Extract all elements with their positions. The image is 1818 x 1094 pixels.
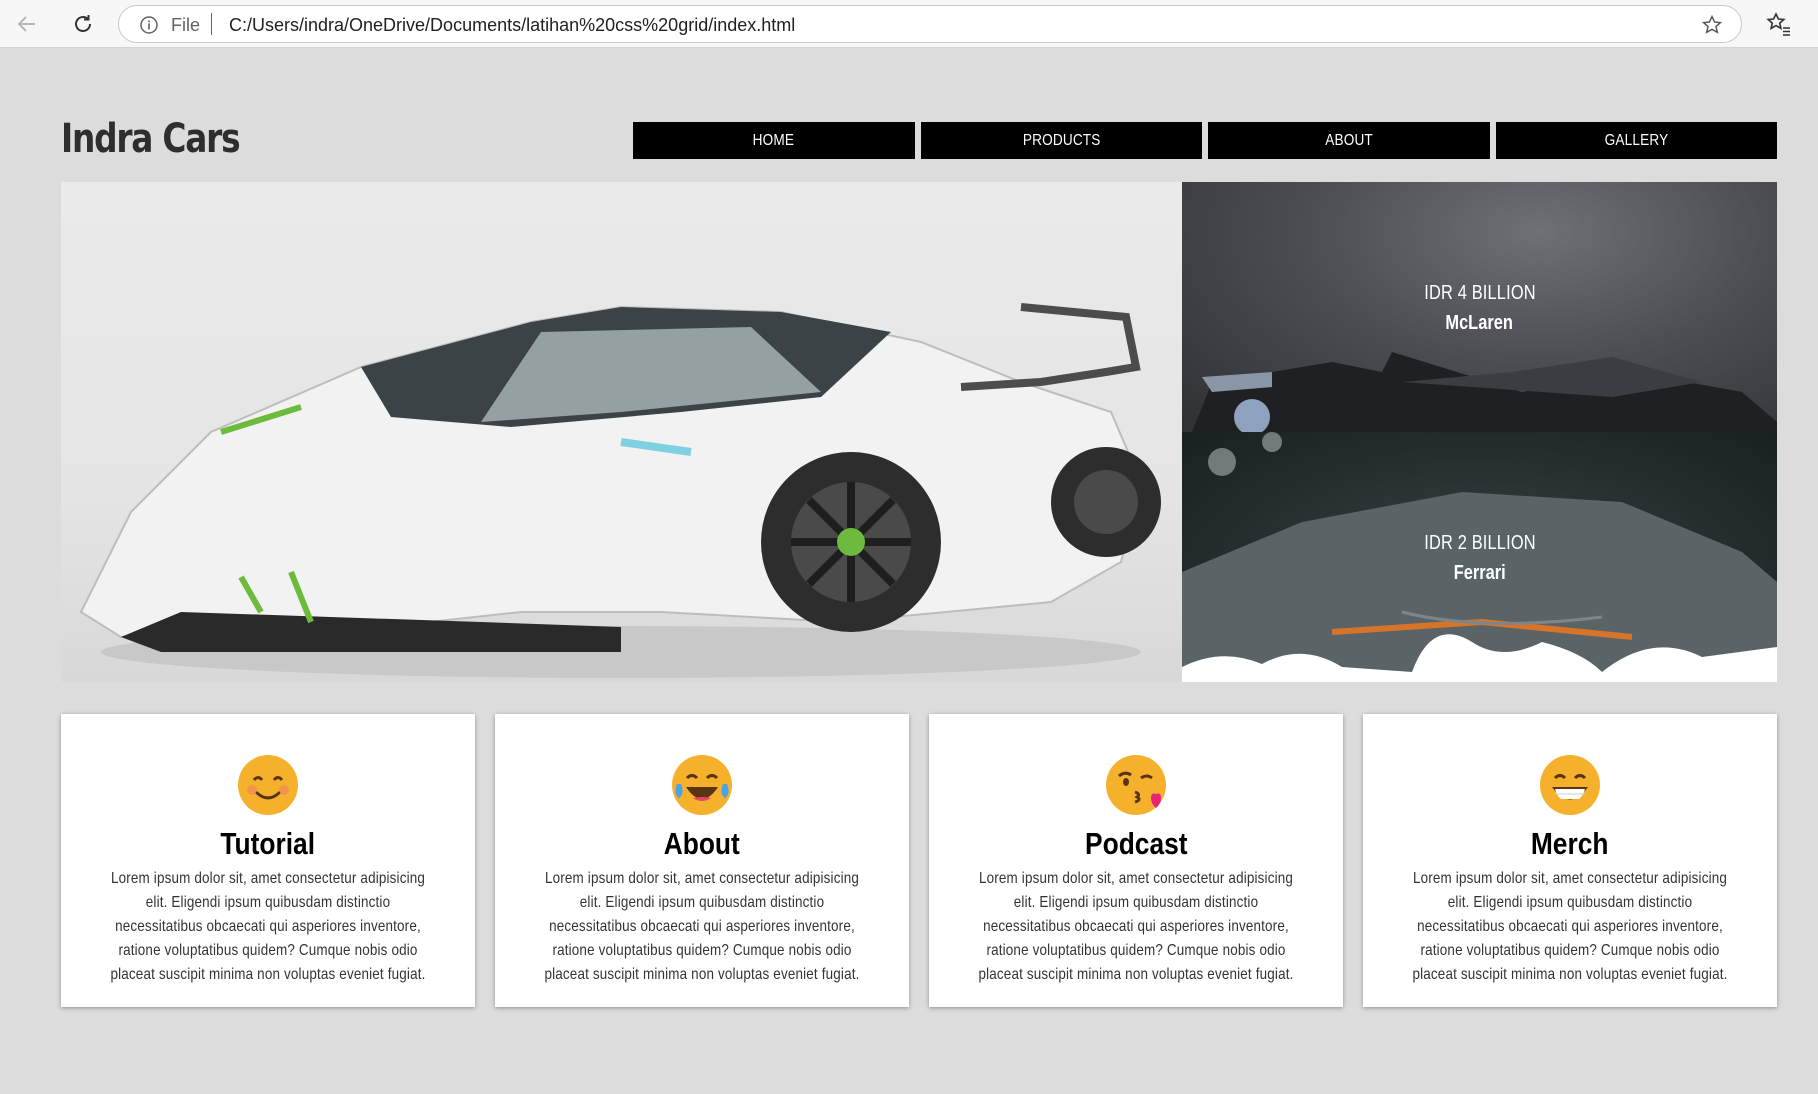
info-icon[interactable]: [139, 15, 159, 35]
main-nav: HOME PRODUCTS ABOUT GALLERY: [633, 122, 1777, 159]
card-podcast: Podcast Lorem ipsum dolor sit, amet cons…: [929, 714, 1343, 1007]
card-text: Lorem ipsum dolor sit, amet consectetur …: [1412, 870, 1728, 983]
feature-cards: Tutorial Lorem ipsum dolor sit, amet con…: [61, 714, 1777, 1007]
browser-toolbar: File C:/Users/indra/OneDrive/Documents/l…: [0, 0, 1818, 48]
star-icon[interactable]: [1701, 14, 1723, 36]
featured-ferrari[interactable]: IDR 2 BILLION Ferrari: [1182, 432, 1777, 682]
favorites-button[interactable]: [1764, 10, 1794, 38]
card-title: Merch: [1531, 826, 1609, 861]
arrow-left-icon: [17, 16, 35, 32]
favorites-icon: [1766, 12, 1790, 36]
nav-about[interactable]: ABOUT: [1208, 122, 1490, 159]
card-title: About: [663, 826, 741, 861]
card-about: About Lorem ipsum dolor sit, amet consec…: [495, 714, 909, 1007]
nav-gallery[interactable]: GALLERY: [1495, 122, 1777, 159]
nav-about-label: ABOUT: [1324, 131, 1373, 149]
url-text[interactable]: C:/Users/indra/OneDrive/Documents/latiha…: [229, 15, 795, 36]
url-divider: [211, 13, 212, 35]
hero-car-image: [61, 182, 1182, 682]
nav-home-label: HOME: [753, 131, 795, 149]
featured-name: Ferrari: [1453, 562, 1506, 584]
card-tutorial: Tutorial Lorem ipsum dolor sit, amet con…: [61, 714, 475, 1007]
featured-price: IDR 4 BILLION: [1423, 282, 1536, 304]
reload-icon: [75, 15, 91, 32]
tears-of-joy-icon: [672, 755, 732, 815]
address-bar[interactable]: File C:/Users/indra/OneDrive/Documents/l…: [118, 5, 1742, 43]
card-merch: Merch Lorem ipsum dolor sit, amet consec…: [1363, 714, 1777, 1007]
card-text: Lorem ipsum dolor sit, amet consectetur …: [978, 870, 1294, 983]
nav-products-label: PRODUCTS: [1022, 131, 1101, 149]
card-text: Lorem ipsum dolor sit, amet consectetur …: [544, 870, 860, 983]
card-title: Podcast: [1084, 826, 1188, 861]
url-scheme: File: [171, 15, 201, 35]
mclaren-car-illustration: [1192, 352, 1777, 432]
nav-gallery-label: GALLERY: [1604, 131, 1669, 149]
featured-mclaren[interactable]: IDR 4 BILLION McLaren: [1182, 182, 1777, 432]
card-text: Lorem ipsum dolor sit, amet consectetur …: [110, 870, 426, 983]
featured-name: McLaren: [1445, 312, 1514, 334]
nav-home[interactable]: HOME: [633, 122, 915, 159]
card-title: Tutorial: [220, 826, 316, 861]
ferrari-car-illustration: [1182, 432, 1777, 682]
smiling-face-icon: [238, 755, 298, 815]
blowing-kiss-icon: [1106, 755, 1166, 815]
featured-price: IDR 2 BILLION: [1423, 532, 1536, 554]
nav-products[interactable]: PRODUCTS: [920, 122, 1202, 159]
reload-button[interactable]: [66, 8, 100, 40]
white-sports-car-illustration: [79, 303, 1161, 678]
grinning-face-icon: [1540, 755, 1600, 815]
site-logo[interactable]: Indra Cars: [61, 116, 241, 162]
back-button[interactable]: [10, 8, 44, 40]
